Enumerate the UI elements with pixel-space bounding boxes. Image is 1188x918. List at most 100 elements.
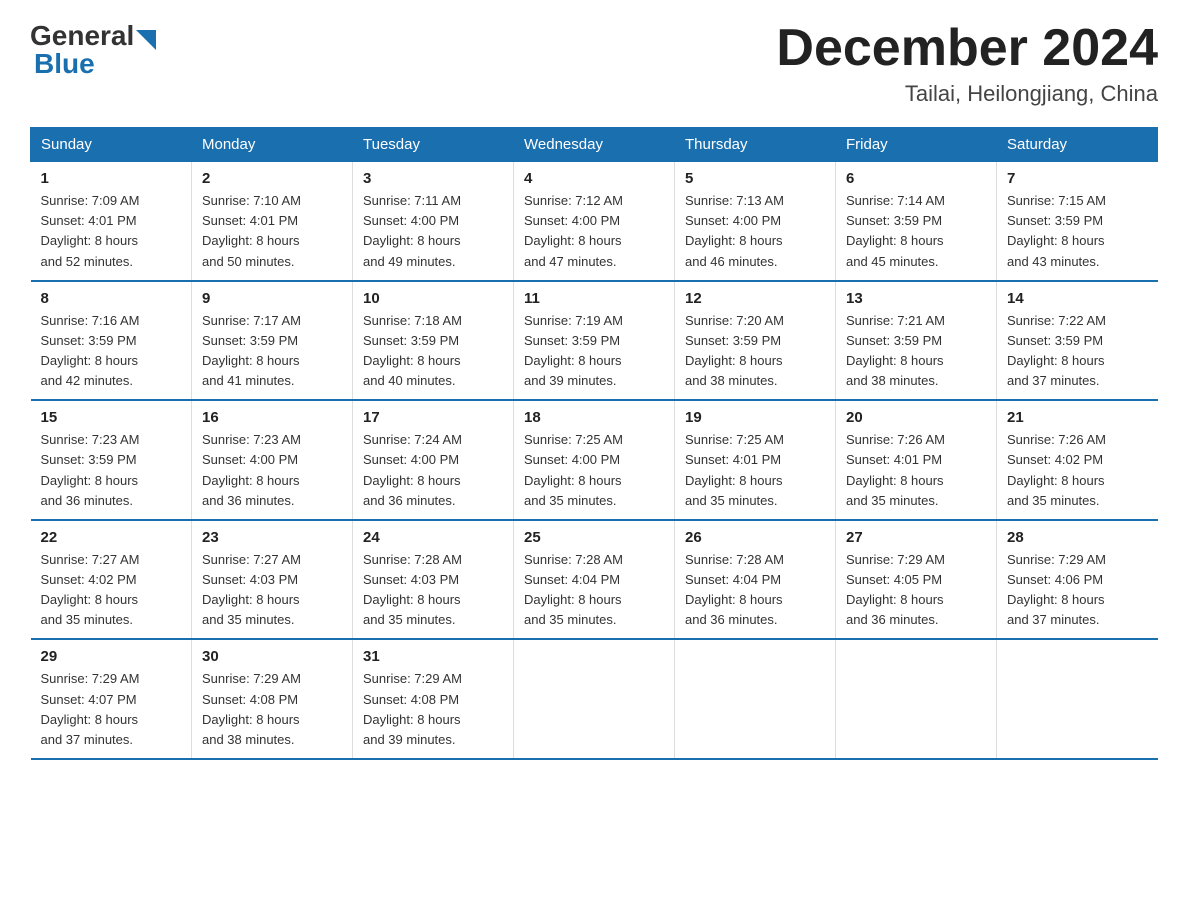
calendar-cell: 17 Sunrise: 7:24 AMSunset: 4:00 PMDaylig…	[353, 400, 514, 520]
calendar-cell: 12 Sunrise: 7:20 AMSunset: 3:59 PMDaylig…	[675, 281, 836, 401]
day-info: Sunrise: 7:28 AMSunset: 4:04 PMDaylight:…	[524, 552, 623, 627]
calendar-cell: 6 Sunrise: 7:14 AMSunset: 3:59 PMDayligh…	[836, 162, 997, 281]
calendar-cell: 11 Sunrise: 7:19 AMSunset: 3:59 PMDaylig…	[514, 281, 675, 401]
day-number: 3	[363, 170, 503, 187]
day-info: Sunrise: 7:14 AMSunset: 3:59 PMDaylight:…	[846, 193, 945, 268]
calendar-week-row: 22 Sunrise: 7:27 AMSunset: 4:02 PMDaylig…	[31, 520, 1158, 640]
header-wednesday: Wednesday	[514, 128, 675, 162]
day-number: 9	[202, 290, 342, 307]
header-sunday: Sunday	[31, 128, 192, 162]
day-info: Sunrise: 7:10 AMSunset: 4:01 PMDaylight:…	[202, 193, 301, 268]
day-number: 30	[202, 648, 342, 665]
day-info: Sunrise: 7:25 AMSunset: 4:01 PMDaylight:…	[685, 432, 784, 507]
day-number: 28	[1007, 529, 1148, 546]
calendar-week-row: 29 Sunrise: 7:29 AMSunset: 4:07 PMDaylig…	[31, 639, 1158, 759]
day-info: Sunrise: 7:16 AMSunset: 3:59 PMDaylight:…	[41, 313, 140, 388]
calendar-cell	[514, 639, 675, 759]
logo-arrow-icon	[136, 30, 156, 50]
calendar-cell: 2 Sunrise: 7:10 AMSunset: 4:01 PMDayligh…	[192, 162, 353, 281]
calendar-cell: 7 Sunrise: 7:15 AMSunset: 3:59 PMDayligh…	[997, 162, 1158, 281]
day-info: Sunrise: 7:24 AMSunset: 4:00 PMDaylight:…	[363, 432, 462, 507]
day-number: 21	[1007, 409, 1148, 426]
calendar-cell: 30 Sunrise: 7:29 AMSunset: 4:08 PMDaylig…	[192, 639, 353, 759]
day-number: 26	[685, 529, 825, 546]
day-number: 14	[1007, 290, 1148, 307]
day-info: Sunrise: 7:26 AMSunset: 4:02 PMDaylight:…	[1007, 432, 1106, 507]
calendar-cell: 23 Sunrise: 7:27 AMSunset: 4:03 PMDaylig…	[192, 520, 353, 640]
header-saturday: Saturday	[997, 128, 1158, 162]
calendar-cell: 22 Sunrise: 7:27 AMSunset: 4:02 PMDaylig…	[31, 520, 192, 640]
calendar-cell: 21 Sunrise: 7:26 AMSunset: 4:02 PMDaylig…	[997, 400, 1158, 520]
day-info: Sunrise: 7:18 AMSunset: 3:59 PMDaylight:…	[363, 313, 462, 388]
logo: General Blue	[30, 20, 156, 80]
day-number: 16	[202, 409, 342, 426]
day-info: Sunrise: 7:19 AMSunset: 3:59 PMDaylight:…	[524, 313, 623, 388]
day-info: Sunrise: 7:23 AMSunset: 3:59 PMDaylight:…	[41, 432, 140, 507]
day-number: 12	[685, 290, 825, 307]
day-number: 25	[524, 529, 664, 546]
calendar-cell: 8 Sunrise: 7:16 AMSunset: 3:59 PMDayligh…	[31, 281, 192, 401]
location-subtitle: Tailai, Heilongjiang, China	[776, 81, 1158, 107]
calendar-cell: 10 Sunrise: 7:18 AMSunset: 3:59 PMDaylig…	[353, 281, 514, 401]
calendar-cell: 25 Sunrise: 7:28 AMSunset: 4:04 PMDaylig…	[514, 520, 675, 640]
header-monday: Monday	[192, 128, 353, 162]
calendar-cell: 9 Sunrise: 7:17 AMSunset: 3:59 PMDayligh…	[192, 281, 353, 401]
calendar-cell: 4 Sunrise: 7:12 AMSunset: 4:00 PMDayligh…	[514, 162, 675, 281]
day-info: Sunrise: 7:26 AMSunset: 4:01 PMDaylight:…	[846, 432, 945, 507]
calendar-cell: 14 Sunrise: 7:22 AMSunset: 3:59 PMDaylig…	[997, 281, 1158, 401]
day-info: Sunrise: 7:09 AMSunset: 4:01 PMDaylight:…	[41, 193, 140, 268]
header-friday: Friday	[836, 128, 997, 162]
calendar-cell: 29 Sunrise: 7:29 AMSunset: 4:07 PMDaylig…	[31, 639, 192, 759]
calendar-week-row: 15 Sunrise: 7:23 AMSunset: 3:59 PMDaylig…	[31, 400, 1158, 520]
calendar-body: 1 Sunrise: 7:09 AMSunset: 4:01 PMDayligh…	[31, 162, 1158, 759]
calendar-cell: 20 Sunrise: 7:26 AMSunset: 4:01 PMDaylig…	[836, 400, 997, 520]
day-number: 27	[846, 529, 986, 546]
day-info: Sunrise: 7:17 AMSunset: 3:59 PMDaylight:…	[202, 313, 301, 388]
day-number: 29	[41, 648, 182, 665]
day-info: Sunrise: 7:29 AMSunset: 4:08 PMDaylight:…	[202, 671, 301, 746]
calendar-cell: 31 Sunrise: 7:29 AMSunset: 4:08 PMDaylig…	[353, 639, 514, 759]
calendar-cell: 24 Sunrise: 7:28 AMSunset: 4:03 PMDaylig…	[353, 520, 514, 640]
calendar-cell: 18 Sunrise: 7:25 AMSunset: 4:00 PMDaylig…	[514, 400, 675, 520]
calendar-week-row: 1 Sunrise: 7:09 AMSunset: 4:01 PMDayligh…	[31, 162, 1158, 281]
day-info: Sunrise: 7:28 AMSunset: 4:03 PMDaylight:…	[363, 552, 462, 627]
day-number: 2	[202, 170, 342, 187]
calendar-week-row: 8 Sunrise: 7:16 AMSunset: 3:59 PMDayligh…	[31, 281, 1158, 401]
day-number: 31	[363, 648, 503, 665]
header-tuesday: Tuesday	[353, 128, 514, 162]
day-number: 17	[363, 409, 503, 426]
calendar-cell: 26 Sunrise: 7:28 AMSunset: 4:04 PMDaylig…	[675, 520, 836, 640]
day-info: Sunrise: 7:29 AMSunset: 4:08 PMDaylight:…	[363, 671, 462, 746]
day-number: 6	[846, 170, 986, 187]
calendar-cell: 3 Sunrise: 7:11 AMSunset: 4:00 PMDayligh…	[353, 162, 514, 281]
calendar-cell: 27 Sunrise: 7:29 AMSunset: 4:05 PMDaylig…	[836, 520, 997, 640]
header-row: Sunday Monday Tuesday Wednesday Thursday…	[31, 128, 1158, 162]
day-info: Sunrise: 7:29 AMSunset: 4:06 PMDaylight:…	[1007, 552, 1106, 627]
calendar-cell	[997, 639, 1158, 759]
day-number: 24	[363, 529, 503, 546]
month-year-title: December 2024	[776, 20, 1158, 77]
page-header: General Blue December 2024 Tailai, Heilo…	[30, 20, 1158, 107]
calendar-header: Sunday Monday Tuesday Wednesday Thursday…	[31, 128, 1158, 162]
day-number: 5	[685, 170, 825, 187]
day-info: Sunrise: 7:29 AMSunset: 4:07 PMDaylight:…	[41, 671, 140, 746]
day-info: Sunrise: 7:29 AMSunset: 4:05 PMDaylight:…	[846, 552, 945, 627]
calendar-cell: 13 Sunrise: 7:21 AMSunset: 3:59 PMDaylig…	[836, 281, 997, 401]
logo-blue-text: Blue	[34, 48, 95, 80]
day-number: 15	[41, 409, 182, 426]
day-number: 7	[1007, 170, 1148, 187]
day-number: 8	[41, 290, 182, 307]
calendar-cell: 19 Sunrise: 7:25 AMSunset: 4:01 PMDaylig…	[675, 400, 836, 520]
calendar-cell: 28 Sunrise: 7:29 AMSunset: 4:06 PMDaylig…	[997, 520, 1158, 640]
day-info: Sunrise: 7:20 AMSunset: 3:59 PMDaylight:…	[685, 313, 784, 388]
calendar-cell: 16 Sunrise: 7:23 AMSunset: 4:00 PMDaylig…	[192, 400, 353, 520]
day-number: 20	[846, 409, 986, 426]
day-info: Sunrise: 7:27 AMSunset: 4:03 PMDaylight:…	[202, 552, 301, 627]
day-info: Sunrise: 7:13 AMSunset: 4:00 PMDaylight:…	[685, 193, 784, 268]
day-info: Sunrise: 7:22 AMSunset: 3:59 PMDaylight:…	[1007, 313, 1106, 388]
calendar-cell: 1 Sunrise: 7:09 AMSunset: 4:01 PMDayligh…	[31, 162, 192, 281]
day-number: 1	[41, 170, 182, 187]
calendar-cell: 5 Sunrise: 7:13 AMSunset: 4:00 PMDayligh…	[675, 162, 836, 281]
day-number: 23	[202, 529, 342, 546]
day-info: Sunrise: 7:27 AMSunset: 4:02 PMDaylight:…	[41, 552, 140, 627]
